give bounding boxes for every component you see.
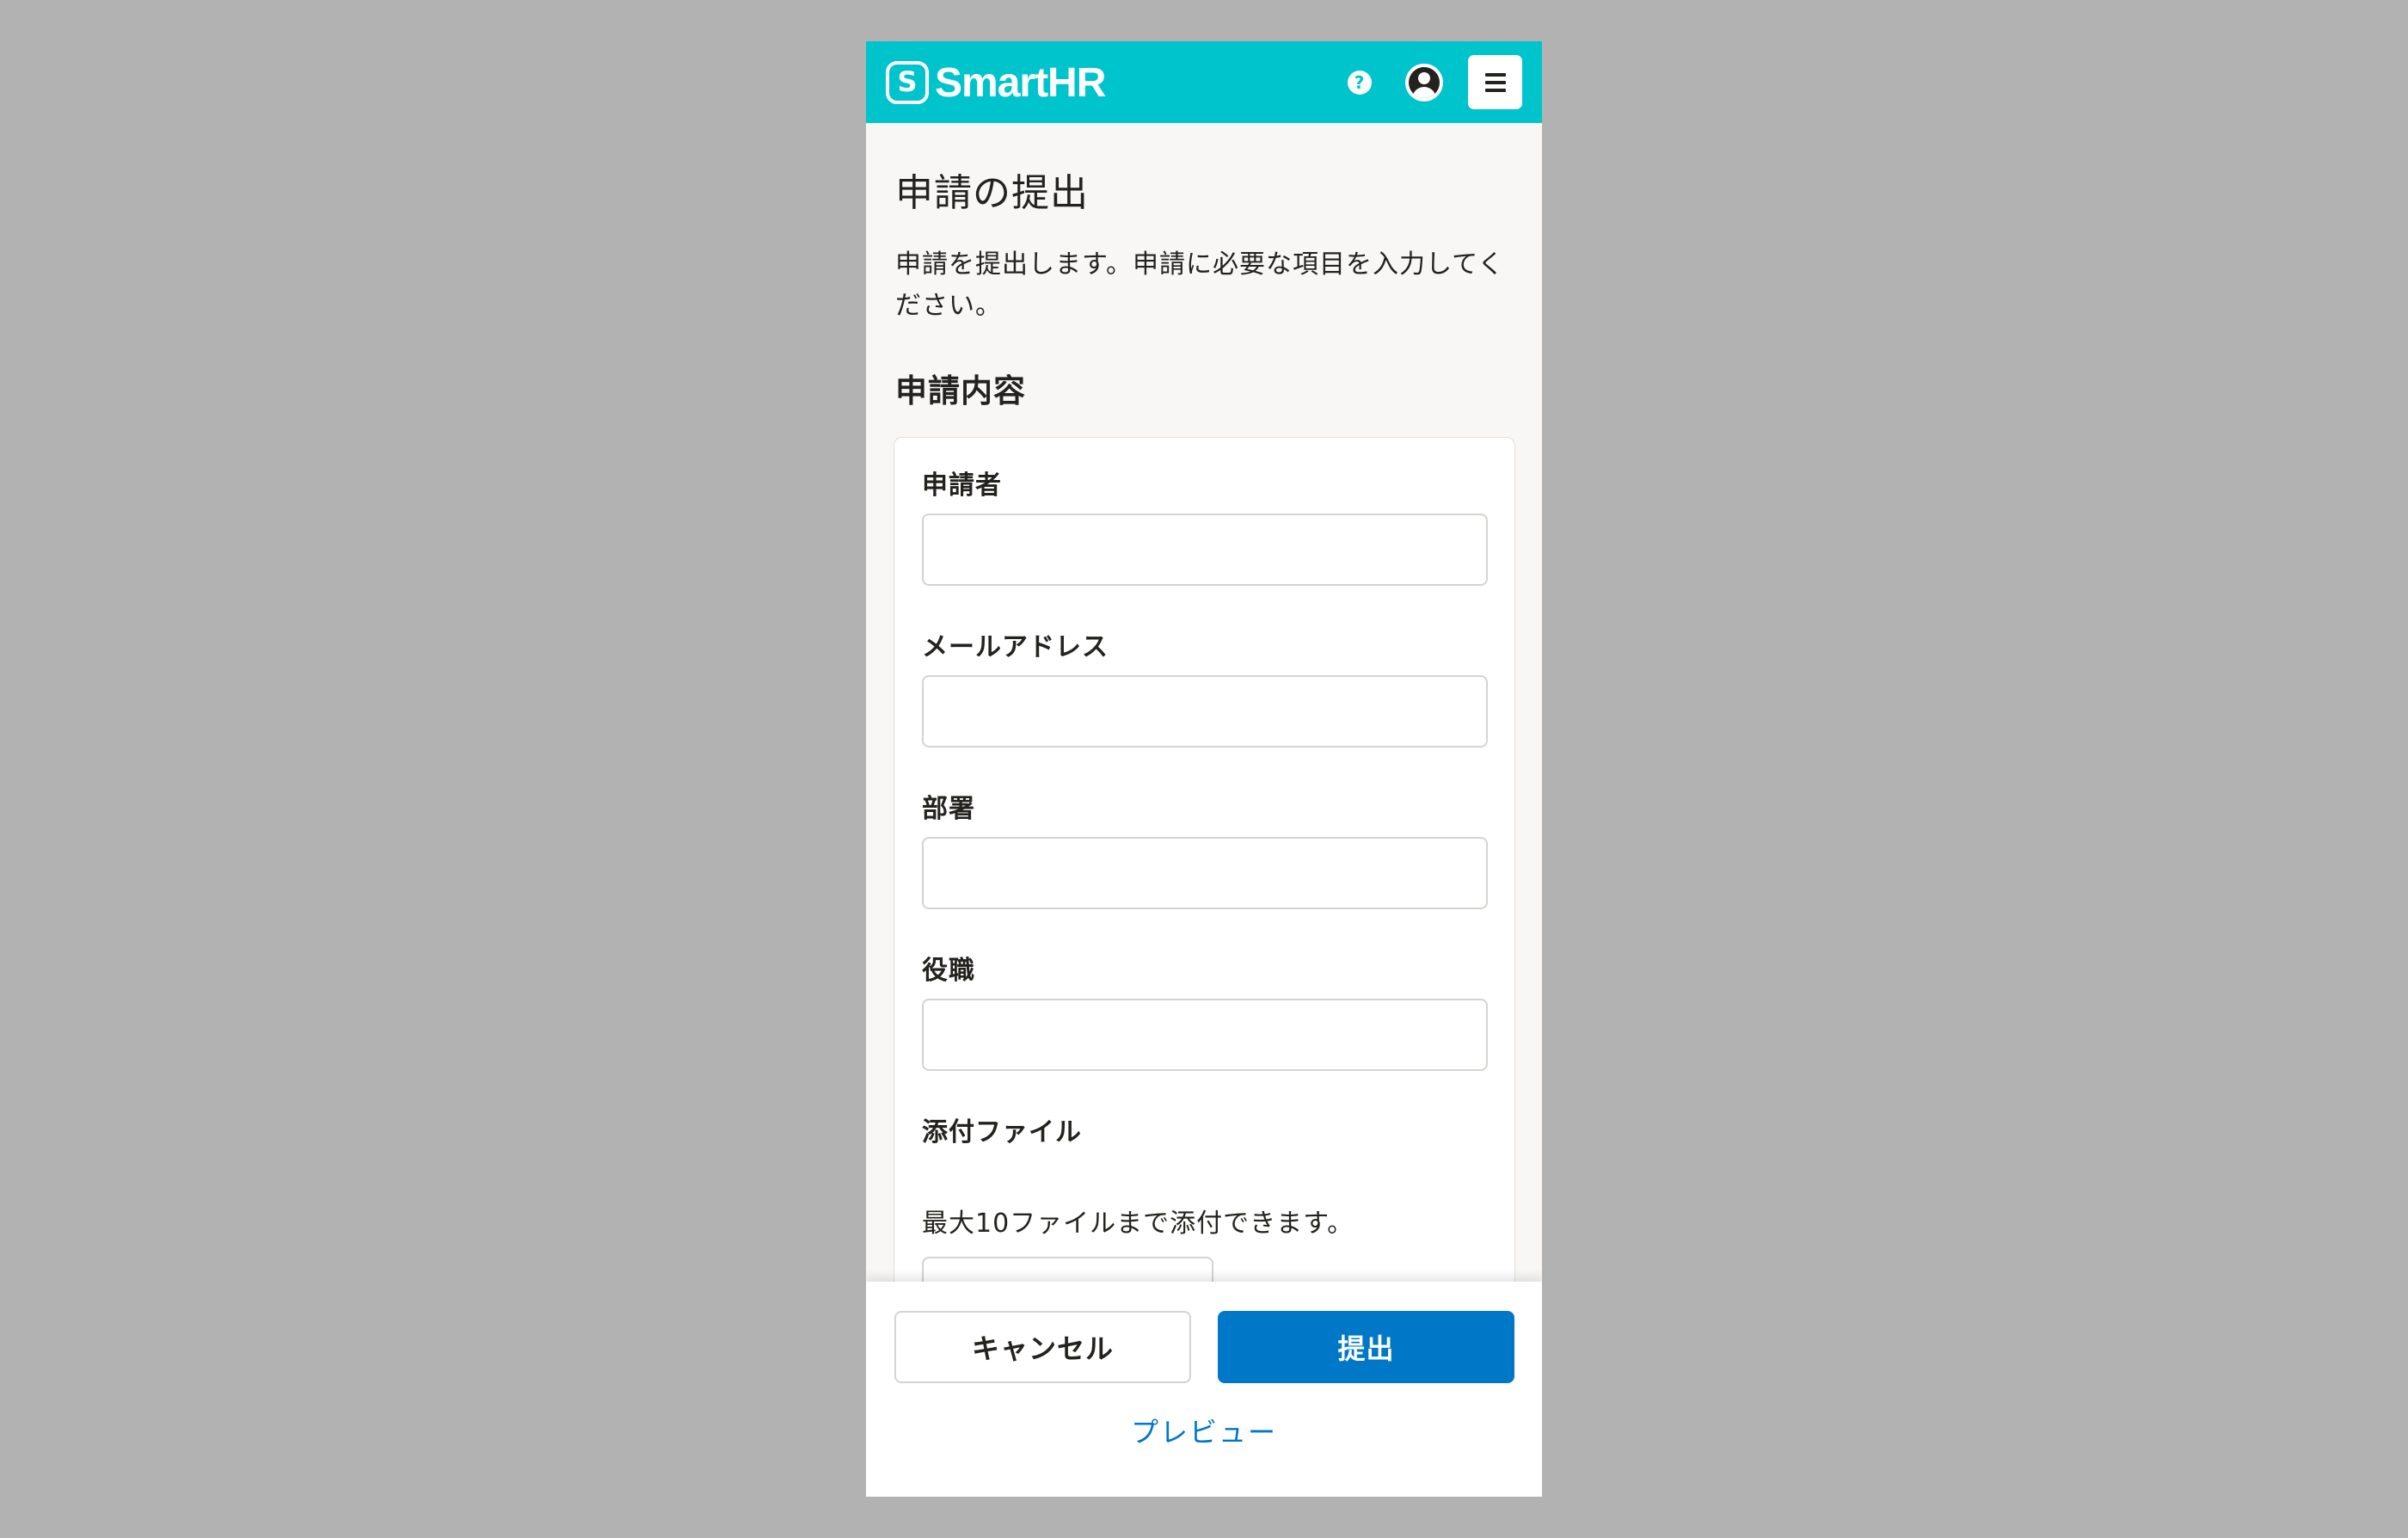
application-form-card: 申請者 メールアドレス 部署 役職 添付ファイル 最大10ファイルまで添付できま… xyxy=(894,437,1515,1383)
preview-link[interactable]: プレビュー xyxy=(866,1411,1542,1450)
section-title: 申請内容 xyxy=(895,372,1026,409)
page-title: 申請の提出 xyxy=(895,171,1089,215)
attachment-note: 最大10ファイルまで添付できます。 xyxy=(922,1209,1354,1239)
email-label: メールアドレス xyxy=(922,632,1109,662)
submit-button[interactable]: 提出 xyxy=(1218,1311,1514,1383)
mobile-viewport: SmartHR ? 申請の提出 申請を提出します。申請に必要な項目を入力してくだ… xyxy=(866,41,1542,1497)
user-menu-button[interactable] xyxy=(1404,62,1445,103)
department-input[interactable] xyxy=(922,837,1488,909)
attachment-label: 添付ファイル xyxy=(922,1117,1082,1147)
cancel-button[interactable]: キャンセル xyxy=(894,1311,1191,1383)
applicant-input[interactable] xyxy=(922,514,1488,586)
smarthr-logo-icon xyxy=(886,61,929,104)
menu-icon xyxy=(1484,72,1506,77)
user-icon xyxy=(1405,64,1443,102)
hamburger-menu-button[interactable] xyxy=(1468,55,1522,109)
applicant-label: 申請者 xyxy=(922,471,1002,501)
smarthr-logo[interactable]: SmartHR xyxy=(886,59,1106,106)
logo-text: SmartHR xyxy=(935,59,1106,106)
app-header: SmartHR ? xyxy=(866,41,1542,123)
page-description: 申請を提出します。申請に必要な項目を入力してください。 xyxy=(895,249,1505,321)
action-footer: キャンセル 提出 プレビュー xyxy=(866,1282,1542,1497)
department-label: 部署 xyxy=(922,794,975,824)
position-input[interactable] xyxy=(922,999,1488,1071)
help-button[interactable]: ? xyxy=(1343,66,1375,98)
email-input[interactable] xyxy=(922,675,1488,747)
help-icon: ? xyxy=(1347,70,1372,95)
position-label: 役職 xyxy=(922,956,975,986)
